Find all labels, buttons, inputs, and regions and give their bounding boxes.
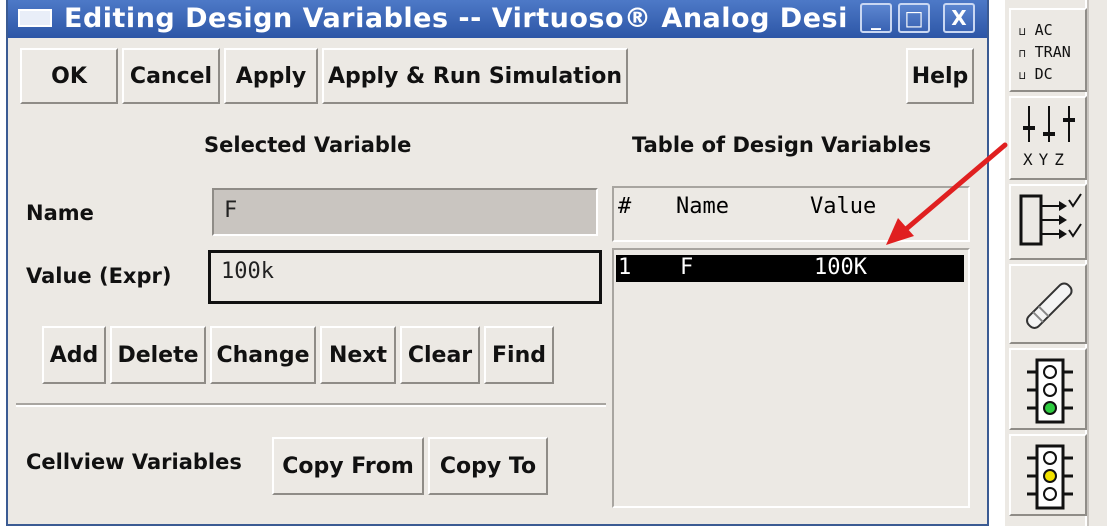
variables-table[interactable] [612,248,970,508]
value-expr-field[interactable]: 100k [208,250,602,304]
add-button[interactable]: Add [42,326,106,384]
column-index: # [618,194,632,219]
value-label: Value (Expr) [26,264,172,288]
output-list-glyph-icon [1019,193,1082,246]
cancel-button[interactable]: Cancel [122,48,220,104]
row-index: 1 [618,255,632,280]
axis-x-label: X [1023,150,1039,169]
design-variables-dialog: Editing Design Variables -- Virtuoso® An… [6,0,989,526]
table-heading: Table of Design Variables [632,133,932,157]
analysis-selector-icon[interactable]: ⊔ AC ⊓ TRAN ⊔ DC [1009,8,1087,92]
apply-run-simulation-button[interactable]: Apply & Run Simulation [322,48,628,104]
delete-button[interactable]: Delete [110,326,206,384]
section-divider [16,403,606,407]
row-value: 100K [814,255,867,280]
axis-y-label: Y [1038,150,1055,169]
change-button[interactable]: Change [210,326,316,384]
xyz-sliders-icon[interactable]: XYZ [1009,96,1087,180]
analysis-dc-label: DC [1034,65,1053,83]
cellview-variables-label: Cellview Variables [26,450,242,474]
column-value: Value [810,194,877,219]
title-bar[interactable]: Editing Design Variables -- Virtuoso® An… [8,0,987,38]
analysis-ac-label: AC [1034,21,1053,39]
copy-from-button[interactable]: Copy From [272,437,424,495]
window-menu-icon[interactable] [18,9,52,27]
traffic-light-run-icon[interactable] [1009,348,1087,430]
window-right-edge [1087,0,1107,526]
traffic-light-green-icon [1027,358,1073,424]
next-button[interactable]: Next [320,326,396,384]
apply-button[interactable]: Apply [224,48,318,104]
selected-variable-heading: Selected Variable [204,133,412,157]
clear-button[interactable]: Clear [400,326,480,384]
close-button[interactable]: X [943,3,975,33]
name-field[interactable]: F [212,188,598,236]
column-name: Name [676,194,729,219]
copy-to-button[interactable]: Copy To [428,437,548,495]
find-button[interactable]: Find [484,326,554,384]
row-name: F [680,255,694,280]
table-row[interactable]: 1 F 100K [616,255,964,282]
traffic-light-yellow-icon [1027,444,1073,510]
help-button[interactable]: Help [906,48,974,104]
table-column-header: # Name Value [612,186,970,242]
traffic-light-stop-icon[interactable] [1009,434,1087,516]
output-select-icon[interactable] [1009,184,1087,260]
analysis-tran-label: TRAN [1034,43,1071,61]
axis-z-label: Z [1054,150,1070,169]
name-label: Name [26,201,94,225]
window-title: Editing Design Variables -- Virtuoso® An… [64,3,848,34]
analog-tools-toolbar: ⊔ AC ⊓ TRAN ⊔ DC XYZ [1003,0,1087,526]
pen-glyph-icon [1026,282,1073,329]
maximize-button[interactable]: □ [898,3,930,33]
ok-button[interactable]: OK [20,48,118,104]
minimize-button[interactable]: _ [860,3,892,33]
pen-icon[interactable] [1009,264,1087,344]
